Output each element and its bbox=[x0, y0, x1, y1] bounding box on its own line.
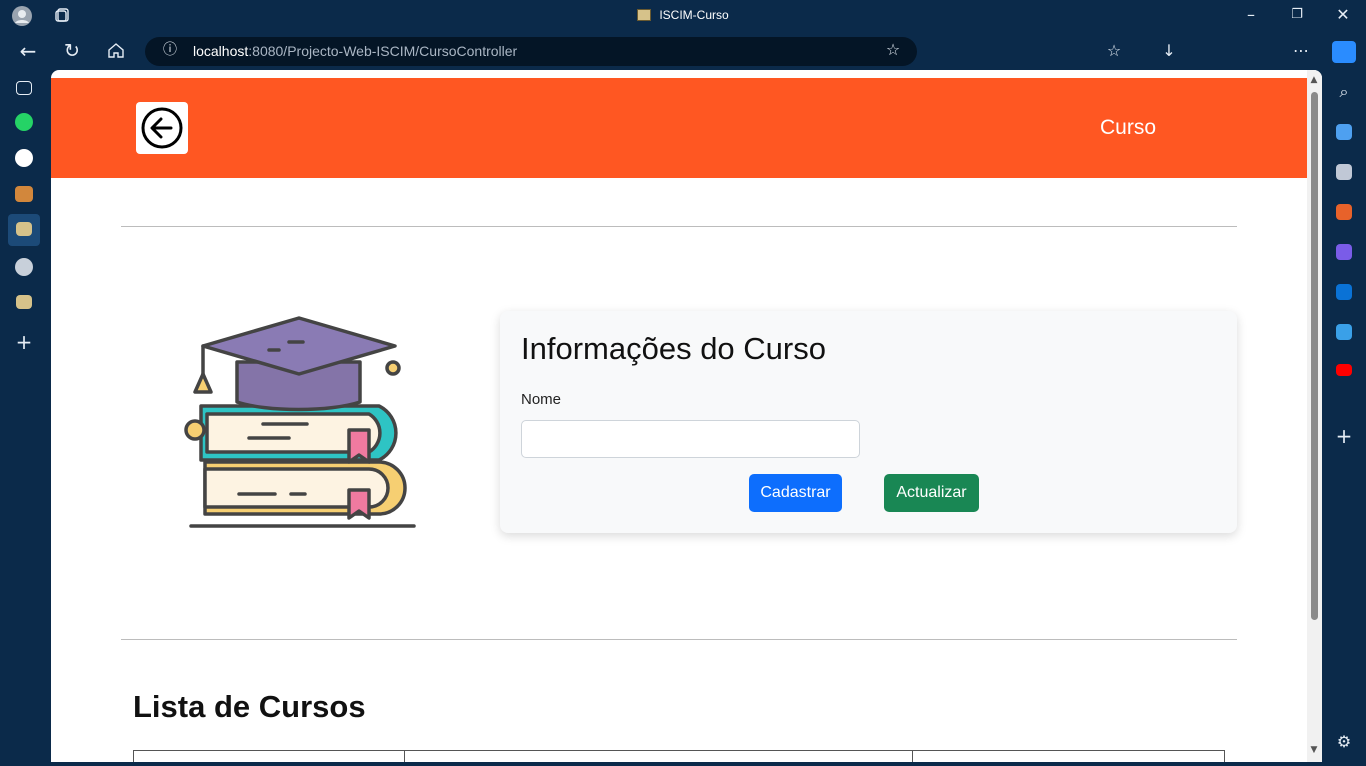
back-arrow-icon bbox=[141, 107, 183, 149]
url-host: localhost bbox=[193, 43, 249, 59]
list-title: Lista de Cursos bbox=[133, 689, 366, 724]
more-options-icon[interactable]: ⋯ bbox=[1290, 41, 1312, 63]
favorites-icon[interactable]: ☆ bbox=[1103, 41, 1125, 63]
settings-gear-icon[interactable]: ⚙ bbox=[1333, 732, 1355, 754]
add-icon[interactable]: + bbox=[13, 332, 35, 354]
minimize-icon[interactable]: – bbox=[1240, 5, 1262, 27]
update-button[interactable]: Actualizar bbox=[884, 474, 979, 512]
site-info-icon[interactable]: ⓘ bbox=[159, 40, 181, 62]
close-icon[interactable]: ✕ bbox=[1332, 5, 1354, 27]
divider-top bbox=[121, 226, 1237, 227]
chatgpt-icon[interactable] bbox=[15, 149, 33, 167]
youtube-icon[interactable] bbox=[1336, 364, 1352, 376]
home-icon[interactable] bbox=[105, 41, 127, 63]
telegram-icon[interactable] bbox=[1336, 324, 1352, 340]
page-header: Curso bbox=[51, 78, 1307, 178]
url-text[interactable]: localhost:8080/Projecto-Web-ISCIM/CursoC… bbox=[193, 43, 517, 59]
site-favicon-icon bbox=[637, 9, 652, 21]
back-icon[interactable]: ← bbox=[17, 41, 39, 63]
table-header-cell bbox=[133, 750, 405, 762]
copilot-icon[interactable] bbox=[1332, 41, 1356, 63]
search-icon[interactable]: ⌕ bbox=[1333, 82, 1355, 104]
games-icon[interactable] bbox=[1336, 164, 1352, 180]
register-button[interactable]: Cadastrar bbox=[749, 474, 842, 512]
tools-icon[interactable] bbox=[1336, 204, 1352, 220]
page-viewport: Curso Informações do Curso Nome Cadastra… bbox=[51, 70, 1322, 762]
restore-icon[interactable]: ❐ bbox=[1286, 5, 1308, 27]
github-icon[interactable] bbox=[15, 258, 33, 276]
name-label: Nome bbox=[521, 391, 562, 408]
shopping-icon[interactable] bbox=[1336, 124, 1352, 140]
url-path: :8080/Projecto-Web-ISCIM/CursoController bbox=[248, 43, 518, 59]
scroll-down-icon[interactable]: ▼ bbox=[1304, 740, 1322, 762]
add-sidebar-app-icon[interactable]: + bbox=[1333, 426, 1355, 448]
courses-table bbox=[133, 750, 1225, 762]
graduation-books-illustration bbox=[184, 316, 416, 528]
form-title: Informações do Curso bbox=[521, 331, 826, 366]
app-icon[interactable] bbox=[15, 186, 33, 202]
table-header-cell bbox=[912, 750, 1225, 762]
address-bar[interactable]: ⓘ localhost:8080/Projecto-Web-ISCIM/Curs… bbox=[145, 37, 917, 66]
iscim-tab-icon[interactable] bbox=[16, 222, 32, 236]
tab-actions-icon[interactable] bbox=[16, 81, 32, 95]
right-sidebar: ⌕ + ⚙ bbox=[1322, 70, 1366, 766]
window-title-bar: ISCIM-Curso – ❐ ✕ bbox=[0, 0, 1366, 32]
whatsapp-icon[interactable] bbox=[15, 113, 33, 131]
office-icon[interactable] bbox=[1336, 244, 1352, 260]
refresh-icon[interactable]: ↻ bbox=[61, 41, 83, 63]
divider-bottom bbox=[121, 639, 1237, 640]
course-form-card: Informações do Curso Nome Cadastrar Actu… bbox=[500, 311, 1237, 533]
vertical-scrollbar[interactable]: ▲ ▼ bbox=[1307, 70, 1322, 762]
iscim-tab-2-icon[interactable] bbox=[16, 295, 32, 309]
left-sidebar: + bbox=[0, 70, 51, 766]
favorite-star-icon[interactable]: ☆ bbox=[882, 40, 904, 62]
table-header-row bbox=[133, 750, 1225, 762]
window-title: ISCIM-Curso bbox=[0, 8, 1366, 22]
back-button[interactable] bbox=[136, 102, 188, 154]
scrollbar-thumb[interactable] bbox=[1311, 92, 1318, 620]
table-header-cell bbox=[404, 750, 913, 762]
window-title-text: ISCIM-Curso bbox=[659, 8, 729, 22]
scroll-up-icon[interactable]: ▲ bbox=[1304, 70, 1322, 92]
name-input[interactable] bbox=[521, 420, 860, 458]
downloads-icon[interactable]: ↓ bbox=[1158, 41, 1180, 63]
header-brand[interactable]: Curso bbox=[1100, 116, 1156, 140]
outlook-icon[interactable] bbox=[1336, 284, 1352, 300]
